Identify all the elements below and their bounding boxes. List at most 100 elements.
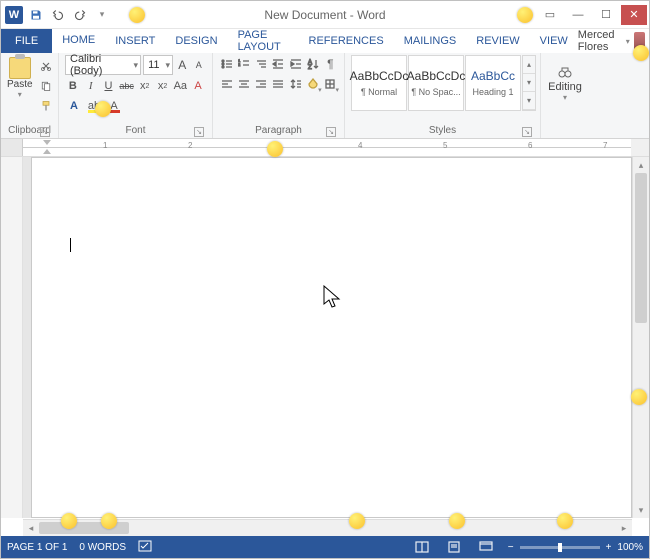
status-word-count[interactable]: 0 WORDS <box>79 542 126 553</box>
numbering-button[interactable]: 12 <box>236 55 251 73</box>
window-title: New Document - Word <box>264 8 385 22</box>
minimize-button[interactable]: — <box>565 5 591 25</box>
format-painter-icon[interactable] <box>37 97 55 115</box>
paragraph-dialog-launcher[interactable] <box>326 127 336 137</box>
borders-button[interactable] <box>323 75 338 93</box>
editing-menu-button[interactable]: Editing ▾ <box>547 55 583 124</box>
tab-file[interactable]: FILE <box>1 29 52 53</box>
ruler-vertical[interactable] <box>1 157 23 518</box>
sort-button[interactable]: AZ <box>305 55 320 73</box>
redo-icon[interactable] <box>71 6 89 24</box>
line-spacing-button[interactable] <box>288 75 303 93</box>
zoom-slider-thumb[interactable] <box>558 543 562 552</box>
view-print-layout-button[interactable] <box>444 539 464 555</box>
group-font: Calibri (Body) 11 A A B I U abc x2 x2 Aa… <box>59 53 213 138</box>
highlight-color-button[interactable]: ab <box>85 97 103 115</box>
font-size-combo[interactable]: 11 <box>143 55 173 75</box>
font-color-button[interactable]: A <box>105 97 123 115</box>
view-web-layout-button[interactable] <box>476 539 496 555</box>
scroll-down-button[interactable]: ▾ <box>633 502 649 518</box>
zoom-slider[interactable] <box>520 546 600 549</box>
tab-references[interactable]: REFERENCES <box>299 29 394 53</box>
svg-text:Z: Z <box>308 65 312 70</box>
cut-icon[interactable] <box>37 57 55 75</box>
tab-home[interactable]: HOME <box>52 29 105 53</box>
style-normal[interactable]: AaBbCcDc¶ Normal <box>351 55 407 111</box>
save-icon[interactable] <box>27 6 45 24</box>
close-button[interactable]: ✕ <box>621 5 647 25</box>
styles-dialog-launcher[interactable] <box>522 127 532 137</box>
align-center-button[interactable] <box>236 75 251 93</box>
shading-button[interactable] <box>305 75 320 93</box>
document-viewport[interactable] <box>23 157 632 518</box>
qat-customize-icon[interactable]: ▾ <box>93 6 111 24</box>
scroll-left-button[interactable]: ◂ <box>23 523 39 534</box>
style-no-spacing[interactable]: AaBbCcDc¶ No Spac... <box>408 55 464 111</box>
vertical-scrollbar[interactable]: ▴ ▾ <box>632 157 649 518</box>
hscroll-track[interactable] <box>39 520 616 536</box>
show-pilcrow-button[interactable]: ¶ <box>323 55 338 73</box>
zoom-in-button[interactable]: + <box>606 542 612 553</box>
ribbon-display-options-button[interactable]: ▭ <box>537 5 563 25</box>
window-controls: ? ▭ — ☐ ✕ <box>509 5 649 25</box>
font-name-combo[interactable]: Calibri (Body) <box>65 55 141 75</box>
status-proofing-icon[interactable] <box>138 540 152 555</box>
clipboard-dialog-launcher[interactable] <box>40 127 50 137</box>
zoom-control[interactable]: − + 100% <box>508 542 643 553</box>
change-case-button[interactable]: Aa <box>172 77 188 95</box>
align-left-button[interactable] <box>219 75 234 93</box>
ruler-tick: 5 <box>443 141 447 150</box>
bold-button[interactable]: B <box>65 77 81 95</box>
subscript-button[interactable]: x2 <box>137 77 153 95</box>
italic-button[interactable]: I <box>83 77 99 95</box>
superscript-button[interactable]: x2 <box>155 77 171 95</box>
page[interactable] <box>31 157 632 518</box>
undo-icon[interactable] <box>49 6 67 24</box>
status-bar: PAGE 1 OF 1 0 WORDS − + 100% <box>1 536 649 558</box>
hscroll-thumb[interactable] <box>39 522 129 534</box>
horizontal-scrollbar[interactable]: ◂ ▸ <box>23 519 632 536</box>
help-button[interactable]: ? <box>509 5 535 25</box>
align-right-button[interactable] <box>254 75 269 93</box>
strikethrough-button[interactable]: abc <box>118 77 135 95</box>
ruler-horizontal[interactable]: 1 2 3 4 5 6 7 <box>1 139 649 157</box>
zoom-out-button[interactable]: − <box>508 542 514 553</box>
bullets-button[interactable] <box>219 55 234 73</box>
grow-font-button[interactable]: A <box>175 56 189 74</box>
style-heading-1[interactable]: AaBbCcHeading 1 <box>465 55 521 111</box>
justify-button[interactable] <box>271 75 286 93</box>
scroll-track[interactable] <box>633 173 649 502</box>
tab-insert[interactable]: INSERT <box>105 29 165 53</box>
font-dialog-launcher[interactable] <box>194 127 204 137</box>
increase-indent-button[interactable] <box>288 55 303 73</box>
view-read-mode-button[interactable] <box>412 539 432 555</box>
scroll-up-button[interactable]: ▴ <box>633 157 649 173</box>
shrink-font-button[interactable]: A <box>192 56 206 74</box>
ruler-scale[interactable]: 1 2 3 4 5 6 7 <box>23 139 631 156</box>
paste-button[interactable]: Paste ▾ <box>7 55 33 124</box>
decrease-indent-button[interactable] <box>271 55 286 73</box>
copy-icon[interactable] <box>37 77 55 95</box>
account-area[interactable]: Merced Flores ▾ <box>578 29 649 53</box>
scroll-thumb[interactable] <box>635 173 647 323</box>
maximize-button[interactable]: ☐ <box>593 5 619 25</box>
ruler-tick: 3 <box>273 141 277 150</box>
mouse-pointer-icon <box>323 285 341 312</box>
scroll-right-button[interactable]: ▸ <box>616 523 632 534</box>
underline-button[interactable]: U <box>101 77 117 95</box>
clear-formatting-button[interactable]: A <box>190 77 206 95</box>
tab-view[interactable]: VIEW <box>530 29 578 53</box>
zoom-percent[interactable]: 100% <box>617 542 643 553</box>
ruler-tab-selector[interactable] <box>1 139 23 156</box>
status-page[interactable]: PAGE 1 OF 1 <box>7 542 67 553</box>
tab-page-layout[interactable]: PAGE LAYOUT <box>228 29 299 53</box>
tab-review[interactable]: REVIEW <box>466 29 529 53</box>
text-effects-button[interactable]: A <box>65 97 83 115</box>
account-name: Merced Flores <box>578 29 622 53</box>
group-label-styles: Styles <box>351 124 534 138</box>
tab-mailings[interactable]: MAILINGS <box>394 29 467 53</box>
multilevel-list-button[interactable] <box>254 55 269 73</box>
styles-gallery-more[interactable]: ▴▾▾ <box>522 55 536 111</box>
tab-design[interactable]: DESIGN <box>165 29 227 53</box>
indent-marker-icon[interactable] <box>43 140 51 154</box>
